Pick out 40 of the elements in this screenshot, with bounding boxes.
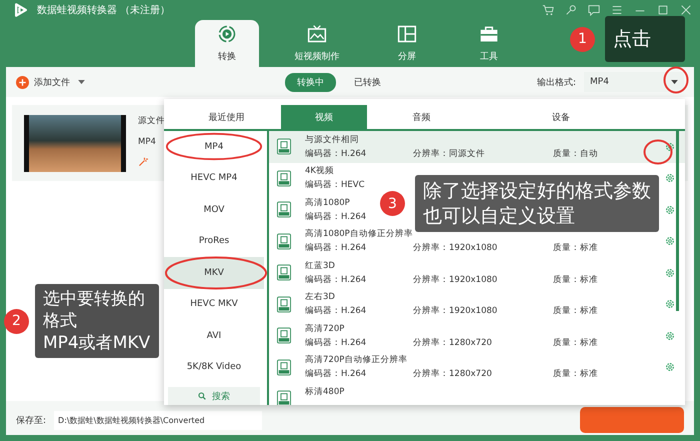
callout-text: 点击 bbox=[613, 26, 651, 52]
resolution-text: 分辨率：1280x720 bbox=[413, 336, 493, 349]
callout-text: 也可以自定义设置 bbox=[423, 204, 575, 228]
quality-text: 质量：标准 bbox=[553, 305, 599, 318]
encoder-text: 编码器：H.264 bbox=[305, 210, 368, 223]
preset-title: 4K视频 bbox=[305, 165, 334, 178]
encoder-text: 编码器：H.264 bbox=[305, 148, 368, 160]
file-name: 源文件 bbox=[138, 114, 165, 126]
encoder-text: 编码器：H.264 bbox=[305, 305, 368, 318]
quality-text: 质量：标准 bbox=[553, 274, 599, 286]
preset-title: 高清1080P自动修正分辨率 bbox=[305, 228, 413, 240]
preset-title: 红蓝3D bbox=[305, 260, 335, 272]
quality-text: 质量：标准 bbox=[553, 242, 599, 254]
preset-title: 标清480P bbox=[305, 386, 344, 398]
resolution-text: 分辨率：1920x1080 bbox=[413, 242, 498, 254]
encoder-text: 编码器：H.264 bbox=[305, 274, 368, 286]
resolution-text: 分辨率：1920x1080 bbox=[413, 305, 498, 318]
callout-text: 除了选择设定好的格式参数 bbox=[423, 179, 651, 204]
resolution-text: 分辨率：1920x1080 bbox=[413, 274, 498, 286]
quality-text: 质量：标准 bbox=[553, 336, 599, 349]
resolution-text: 分辨率：1280x720 bbox=[413, 368, 493, 380]
preset-title: 高清720P自动修正分辨率 bbox=[305, 354, 408, 366]
save-to-label: 保存至: bbox=[16, 414, 46, 426]
encoder-text: 编码器：HEVC bbox=[305, 179, 366, 192]
step-number-badge: 1 bbox=[570, 26, 595, 52]
callout-text: MP4或者MKV bbox=[43, 332, 150, 354]
preset-title: 高清720P bbox=[305, 322, 344, 335]
output-format-label: 输出格式: bbox=[536, 76, 576, 88]
encoder-text: 编码器：H.264 bbox=[305, 242, 368, 254]
quality-text: 质量：自动 bbox=[553, 148, 599, 160]
encoder-text: 编码器：H.264 bbox=[305, 336, 368, 349]
preset-title: 左右3D bbox=[305, 291, 335, 304]
window-title: 数据蛙视频转换器 （未注册） bbox=[37, 4, 170, 17]
preset-title: 高清1080P bbox=[305, 196, 350, 209]
resolution-text: 分辨率：同源文件 bbox=[413, 148, 486, 160]
encoder-text: 编码器：H.264 bbox=[305, 368, 368, 380]
preset-title: 与源文件相同 bbox=[305, 134, 359, 146]
callout-text: 选中要转换的格式 bbox=[43, 288, 146, 332]
quality-text: 质量：标准 bbox=[553, 368, 599, 380]
file-format: MP4 bbox=[138, 136, 157, 146]
